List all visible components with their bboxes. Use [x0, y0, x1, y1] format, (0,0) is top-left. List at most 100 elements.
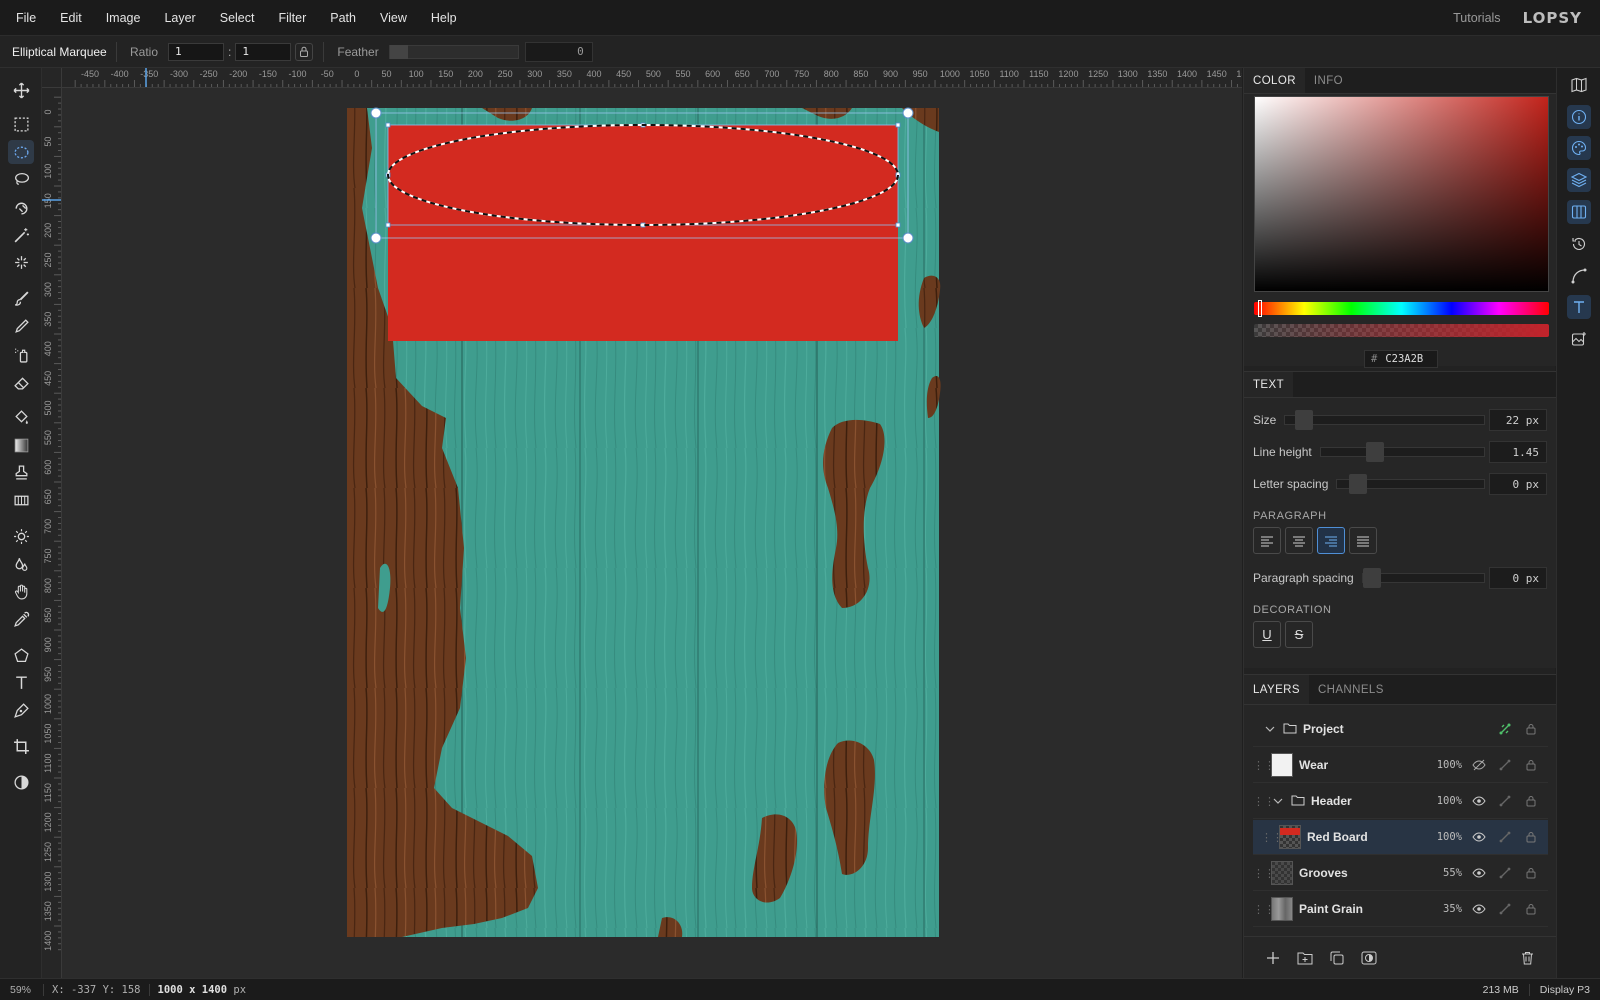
- link-icon[interactable]: [1496, 756, 1514, 774]
- saturation-value-picker[interactable]: [1254, 96, 1549, 292]
- lock-icon[interactable]: [1522, 720, 1540, 738]
- eye-icon[interactable]: [1470, 900, 1488, 918]
- font-size-slider[interactable]: [1284, 410, 1485, 430]
- eye-icon[interactable]: [1470, 828, 1488, 846]
- tab-layers[interactable]: LAYERS: [1244, 675, 1309, 704]
- clone-stamp-tool[interactable]: [8, 460, 34, 484]
- menu-help[interactable]: Help: [419, 0, 469, 36]
- canvas-workspace[interactable]: [62, 88, 1242, 978]
- menu-file[interactable]: File: [0, 0, 48, 36]
- vertical-ruler[interactable]: 0 50 100 150 200 250 300 350 400 450 500 550 600 650 7…: [42, 88, 62, 978]
- navigator-panel-button[interactable]: [1567, 73, 1591, 97]
- add-group-button[interactable]: [1294, 947, 1316, 969]
- layer-opacity[interactable]: 100%: [1422, 831, 1462, 843]
- letter-spacing-input[interactable]: 0 px: [1489, 473, 1547, 495]
- image-adjust-panel-button[interactable]: [1567, 327, 1591, 351]
- font-size-slider-knob[interactable]: [1295, 410, 1314, 430]
- line-height-slider-knob[interactable]: [1365, 442, 1384, 462]
- drag-handle-icon[interactable]: ⋮⋮: [1253, 903, 1275, 916]
- eyedropper-tool[interactable]: [8, 607, 34, 631]
- layer-row-paint-grain[interactable]: ⋮⋮ Paint Grain 35%: [1253, 892, 1548, 927]
- paragraph-spacing-input[interactable]: 0 px: [1489, 567, 1547, 589]
- hue-slider-knob[interactable]: [1258, 300, 1262, 317]
- text-tool[interactable]: [8, 670, 34, 694]
- menu-image[interactable]: Image: [94, 0, 153, 36]
- add-layer-button[interactable]: [1262, 947, 1284, 969]
- letter-spacing-slider-knob[interactable]: [1349, 474, 1368, 494]
- contrast-tool[interactable]: [8, 770, 34, 794]
- menu-path[interactable]: Path: [318, 0, 368, 36]
- blur-tool[interactable]: [8, 552, 34, 576]
- link-icon[interactable]: [1496, 900, 1514, 918]
- hex-value[interactable]: C23A2B: [1385, 353, 1423, 365]
- tab-color[interactable]: COLOR: [1244, 68, 1305, 93]
- eraser-tool[interactable]: [8, 370, 34, 394]
- color-profile[interactable]: Display P3: [1530, 984, 1600, 996]
- paint-bucket-tool[interactable]: [8, 405, 34, 429]
- menu-layer[interactable]: Layer: [152, 0, 207, 36]
- link-icon[interactable]: [1496, 792, 1514, 810]
- drag-handle-icon[interactable]: ⋮⋮: [1253, 795, 1275, 808]
- hand-tool[interactable]: [8, 579, 34, 603]
- drag-handle-icon[interactable]: ⋮⋮: [1253, 867, 1275, 880]
- ratio-width-input[interactable]: 1: [168, 42, 225, 61]
- quick-select-tool[interactable]: [8, 250, 34, 274]
- layer-row-project[interactable]: Project: [1253, 712, 1548, 747]
- pen-tool[interactable]: [8, 698, 34, 722]
- lock-icon[interactable]: [1522, 900, 1540, 918]
- line-height-slider[interactable]: [1319, 442, 1485, 462]
- lock-icon[interactable]: [1522, 828, 1540, 846]
- tutorials-link[interactable]: Tutorials: [1453, 11, 1522, 25]
- layer-opacity[interactable]: 35%: [1422, 903, 1462, 915]
- document-canvas[interactable]: [62, 88, 1242, 978]
- align-right-button[interactable]: [1317, 527, 1345, 554]
- info-panel-button[interactable]: [1567, 105, 1591, 129]
- layer-opacity[interactable]: 100%: [1422, 795, 1462, 807]
- layer-row-red-board[interactable]: ⋮⋮ Red Board 100%: [1253, 820, 1548, 855]
- drag-handle-icon[interactable]: ⋮⋮: [1261, 831, 1283, 844]
- font-size-input[interactable]: 22 px: [1489, 409, 1547, 431]
- strikethrough-button[interactable]: S: [1285, 621, 1313, 648]
- chevron-down-icon[interactable]: [1271, 798, 1285, 804]
- underline-button[interactable]: U: [1253, 621, 1281, 648]
- move-tool[interactable]: [8, 78, 34, 102]
- spray-tool[interactable]: [8, 342, 34, 366]
- pattern-tool[interactable]: [8, 488, 34, 512]
- magic-wand-tool[interactable]: [8, 223, 34, 247]
- layer-row-wear[interactable]: ⋮⋮ Wear 100%: [1253, 748, 1548, 783]
- paragraph-spacing-slider[interactable]: [1361, 568, 1485, 588]
- link-icon[interactable]: [1496, 864, 1514, 882]
- link-icon[interactable]: [1496, 828, 1514, 846]
- red-board-layer[interactable]: [388, 125, 898, 341]
- layer-opacity[interactable]: 100%: [1422, 759, 1462, 771]
- paragraph-spacing-slider-knob[interactable]: [1362, 568, 1381, 588]
- chevron-down-icon[interactable]: [1263, 726, 1277, 732]
- letter-spacing-slider[interactable]: [1336, 474, 1485, 494]
- hex-color-input[interactable]: # C23A2B: [1364, 350, 1438, 368]
- line-height-input[interactable]: 1.45: [1489, 441, 1547, 463]
- paths-panel-button[interactable]: [1567, 264, 1591, 288]
- layers-panel-button[interactable]: [1567, 168, 1591, 192]
- align-left-button[interactable]: [1253, 527, 1281, 554]
- ratio-lock-button[interactable]: [295, 42, 314, 61]
- feather-slider[interactable]: [388, 44, 519, 59]
- feather-value-input[interactable]: 0: [524, 41, 593, 62]
- menu-edit[interactable]: Edit: [48, 0, 94, 36]
- elliptical-marquee-tool[interactable]: [8, 140, 34, 164]
- duplicate-layer-button[interactable]: [1326, 947, 1348, 969]
- alpha-slider[interactable]: [1254, 324, 1549, 337]
- lasso-tool[interactable]: [8, 167, 34, 191]
- dodge-tool[interactable]: [8, 524, 34, 548]
- color-panel-button[interactable]: [1567, 136, 1591, 160]
- menu-view[interactable]: View: [368, 0, 419, 36]
- tab-channels[interactable]: CHANNELS: [1309, 675, 1393, 704]
- align-justify-button[interactable]: [1349, 527, 1377, 554]
- add-mask-button[interactable]: [1358, 947, 1380, 969]
- menu-filter[interactable]: Filter: [266, 0, 318, 36]
- layer-opacity[interactable]: 55%: [1422, 867, 1462, 879]
- feather-slider-knob[interactable]: [389, 44, 408, 59]
- link-icon[interactable]: [1496, 720, 1514, 738]
- channels-panel-button[interactable]: [1567, 200, 1591, 224]
- text-panel-button[interactable]: [1567, 295, 1591, 319]
- delete-layer-button[interactable]: [1516, 947, 1538, 969]
